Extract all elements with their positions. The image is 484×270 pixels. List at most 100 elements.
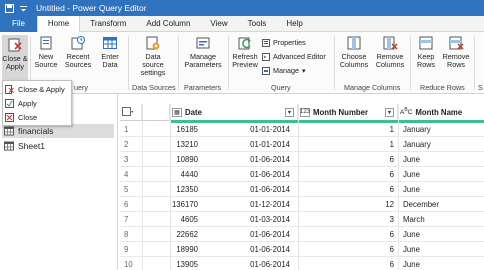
tab-transform[interactable]: Transform [80, 16, 136, 32]
column-header-month-name[interactable]: ABC Month Name [398, 104, 484, 120]
table-icon [4, 126, 14, 136]
choose-columns-icon [346, 35, 362, 51]
text-type-icon: ABC [400, 107, 413, 117]
remove-rows-label-2: Rows [447, 60, 465, 69]
column-header-month-number[interactable]: 123 Month Number ▾ [298, 104, 398, 120]
cell-month-name: June [403, 245, 420, 254]
cell-month-number: 6 [389, 185, 394, 194]
remove-columns-label-2: Columns [375, 60, 405, 69]
quick-access-menu-icon[interactable] [18, 3, 28, 13]
table-row[interactable]: 5 12350 01-06-2014 6 June [120, 183, 484, 197]
cell-month-number: 6 [389, 245, 394, 254]
close-apply-button[interactable]: Close & Apply [2, 35, 28, 81]
data-source-settings-label: Data source [142, 52, 164, 69]
chevron-down-icon: ▾ [301, 66, 306, 75]
tab-tools[interactable]: Tools [238, 16, 277, 32]
cell-date: 01-06-2014 [250, 170, 290, 179]
group-label-sort-partial: S [478, 83, 483, 92]
cell-month-name: June [403, 155, 420, 164]
manage-button[interactable]: Manage ▾ [262, 66, 306, 75]
properties-icon [262, 38, 270, 47]
new-source-button[interactable]: New Source [34, 35, 58, 69]
close-icon [5, 112, 14, 122]
manage-parameters-label-2: Parameters [184, 60, 222, 69]
table-row[interactable]: 4 4440 01-06-2014 6 June [120, 168, 484, 182]
row-index: 3 [124, 155, 129, 164]
table-row[interactable]: 9 18990 01-06-2014 6 June [120, 243, 484, 257]
cell-month-name: January [403, 140, 431, 149]
remove-columns-icon [382, 35, 398, 51]
recent-sources-button[interactable]: Recent Sources [64, 35, 92, 69]
row-index: 4 [124, 170, 129, 179]
query-name: financials [18, 126, 54, 136]
table-icon [4, 141, 14, 151]
chevron-down-icon[interactable]: ▾ [285, 107, 294, 117]
data-source-settings-label-2: settings [140, 68, 166, 77]
cell-date: 01-06-2014 [250, 245, 290, 254]
tab-file[interactable]: File [0, 16, 37, 32]
cell-date: 01-06-2014 [250, 260, 290, 269]
number-type-icon: 123 [300, 107, 311, 117]
query-item-sheet1[interactable]: Sheet1 [4, 141, 45, 151]
choose-columns-button[interactable]: Choose Columns [338, 35, 370, 69]
enter-data-button[interactable]: Enter Data [98, 35, 122, 69]
row-index: 6 [124, 200, 129, 209]
ribbon: Close & Apply New Source Recent Sources … [0, 32, 484, 94]
tab-add-column[interactable]: Add Column [136, 16, 200, 32]
properties-button[interactable]: Properties [262, 38, 306, 47]
tab-help[interactable]: Help [276, 16, 312, 32]
table-row[interactable]: 8 22662 01-06-2014 6 June [120, 228, 484, 242]
group-label-reduce-rows: Reduce Rows [420, 83, 465, 92]
menu-item-label: Apply [18, 98, 37, 108]
enter-data-label-2: Data [102, 60, 118, 69]
cell-date: 01-01-2014 [250, 140, 290, 149]
new-source-icon [38, 35, 54, 51]
cell-month-name: June [403, 185, 420, 194]
row-index: 8 [124, 230, 129, 239]
keep-rows-label-2: Rows [417, 60, 435, 69]
table-row[interactable]: 1 16185 01-01-2014 1 January [120, 123, 484, 137]
title-bar: Untitled - Power Query Editor [0, 0, 484, 16]
menu-item-close-apply[interactable]: Close & Apply [5, 83, 69, 95]
keep-rows-button[interactable]: Keep Rows [414, 35, 438, 69]
cell-month-number: 1 [389, 125, 394, 134]
advanced-editor-label: Advanced Editor [273, 52, 326, 61]
cell-month-number: 6 [389, 170, 394, 179]
query-item-financials[interactable]: financials [2, 124, 114, 138]
table-row[interactable]: 3 10890 01-06-2014 6 June [120, 153, 484, 167]
manage-icon [262, 66, 270, 75]
cell-month-number: 6 [389, 230, 394, 239]
refresh-preview-button[interactable]: Refresh Preview [230, 35, 260, 69]
manage-parameters-button[interactable]: Manage Parameters [182, 35, 224, 69]
menu-item-label: Close [18, 112, 38, 122]
column-header-date[interactable]: ▦ Date ▾ [170, 104, 298, 120]
table-row[interactable]: 6 136170 01-12-2014 12 December [120, 198, 484, 212]
menu-item-apply[interactable]: Apply [5, 97, 69, 109]
refresh-preview-label-2: Preview [232, 60, 258, 69]
cell-month-number: 3 [389, 215, 394, 224]
remove-rows-icon [448, 35, 464, 51]
table-row[interactable]: 10 13905 01-06-2014 6 June [120, 258, 484, 270]
cell-month-name: December [403, 200, 439, 209]
cell-month-name: March [403, 215, 425, 224]
new-source-label-2: Source [34, 60, 58, 69]
cell-date: 01-03-2014 [250, 215, 290, 224]
advanced-editor-button[interactable]: Advanced Editor [262, 52, 326, 61]
menu-item-close[interactable]: Close [5, 111, 69, 123]
cell-month-number: 6 [389, 260, 394, 269]
table-row[interactable]: 2 13210 01-01-2014 1 January [120, 138, 484, 152]
properties-label: Properties [273, 38, 306, 47]
save-icon[interactable] [4, 3, 14, 13]
remove-rows-button[interactable]: Remove Rows [442, 35, 470, 69]
chevron-down-icon[interactable]: ▾ [385, 107, 394, 117]
tab-home[interactable]: Home [36, 16, 81, 32]
table-row[interactable]: 7 4605 01-03-2014 3 March [120, 213, 484, 227]
group-label-data-sources: Data Sources [132, 83, 176, 92]
advanced-editor-icon [262, 52, 270, 61]
column-header-1[interactable] [142, 104, 170, 120]
close-apply-label-2: Apply [6, 62, 24, 71]
tab-view[interactable]: View [200, 16, 237, 32]
data-source-settings-button[interactable]: Data source settings [134, 35, 172, 77]
remove-columns-button[interactable]: Remove Columns [374, 35, 406, 69]
table-menu-button[interactable] [120, 104, 142, 120]
